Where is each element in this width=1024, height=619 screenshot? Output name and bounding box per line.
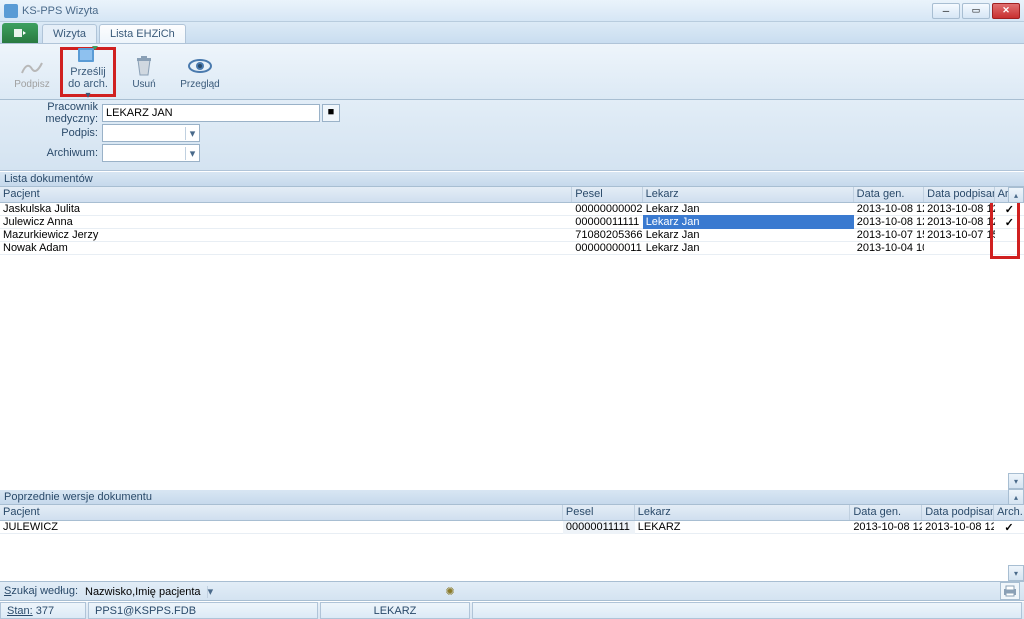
chevron-down-icon: ▾ — [185, 147, 199, 160]
przeglad-button[interactable]: Przegląd — [172, 47, 228, 97]
cell-datagen: 2013-10-04 10:43 — [854, 241, 924, 255]
col-pesel[interactable]: Pesel — [572, 187, 642, 202]
maximize-button[interactable]: ▭ — [962, 3, 990, 19]
archive-send-icon — [75, 42, 101, 66]
table-row[interactable]: Nowak Adam00000000011Lekarz Jan2013-10-0… — [0, 242, 1024, 255]
cell-datagen: 2013-10-08 12:13 — [854, 215, 924, 229]
poprzednie-wersje-header: Poprzednie wersje dokumentu — [0, 489, 1024, 505]
printer-icon — [1003, 585, 1017, 597]
lista-dokumentow-header: Lista dokumentów — [0, 171, 1024, 187]
eye-icon — [187, 53, 213, 79]
minimize-button[interactable]: ─ — [932, 3, 960, 19]
close-button[interactable]: ✕ — [992, 3, 1020, 19]
cell-pacjent: JULEWICZ — [0, 520, 563, 534]
col2-datapod[interactable]: Data podpisania — [922, 505, 994, 520]
tab-row: Wizyta Lista EHZiCh — [0, 22, 1024, 44]
cell-pesel: 00000011111 — [572, 215, 642, 229]
gear-icon[interactable]: ✺ — [442, 583, 458, 599]
podpis-label: Podpis: — [6, 127, 102, 139]
cell-arch — [995, 234, 1024, 236]
col-pacjent[interactable]: Pacjent — [0, 187, 572, 202]
cell-pesel: 00000000011 — [572, 241, 642, 255]
status-db: PPS1@KSPPS.FDB — [88, 602, 318, 619]
archiwum-label: Archiwum: — [6, 147, 102, 159]
cell-lekarz: Lekarz Jan — [643, 241, 854, 255]
scroll-up-button-2[interactable]: ▴ — [1008, 489, 1024, 505]
status-empty — [472, 602, 1022, 619]
tab-lista-ehzich[interactable]: Lista EHZiCh — [99, 24, 186, 43]
col2-arch[interactable]: Arch. — [994, 505, 1024, 520]
status-stan: Stan: 377 — [0, 602, 86, 619]
cell-pesel: 00000011111 — [563, 520, 635, 534]
cell-arch: ✓ — [995, 215, 1024, 230]
cell-pacjent: Mazurkiewicz Jerzy — [0, 228, 572, 242]
cell-arch: ✓ — [994, 520, 1024, 535]
col2-pacjent[interactable]: Pacjent — [0, 505, 563, 520]
titlebar: KS-PPS Wizyta ─ ▭ ✕ — [0, 0, 1024, 22]
search-bar: Szukaj według: Nazwisko,Imię pacjenta ▾ … — [0, 581, 1024, 601]
col-datagen[interactable]: Data gen. — [854, 187, 924, 202]
pracownik-input[interactable] — [102, 104, 320, 122]
cell-lekarz: Lekarz Jan — [643, 228, 854, 242]
chevron-down-icon: ▾ — [207, 586, 214, 598]
cell-arch — [995, 247, 1024, 249]
cell-lekarz: Lekarz Jan — [643, 215, 854, 229]
scroll-down-button-2[interactable]: ▾ — [1008, 565, 1024, 581]
trash-icon — [131, 53, 157, 79]
cell-datagen: 2013-10-08 12:13 — [850, 520, 922, 534]
col2-pesel[interactable]: Pesel — [563, 505, 635, 520]
signature-icon — [19, 53, 45, 79]
grid2-body[interactable]: JULEWICZ00000011111LEKARZ2013-10-08 12:1… — [0, 521, 1024, 581]
print-button[interactable] — [1000, 582, 1020, 600]
cell-datapod: 2013-10-08 12:13 — [924, 215, 994, 229]
podpis-combo[interactable]: ▾ — [102, 124, 200, 142]
usun-button[interactable]: Usuń — [116, 47, 172, 97]
cell-pacjent: Julewicz Anna — [0, 215, 572, 229]
cell-pesel: 71080205366 — [572, 228, 642, 242]
podpisz-button[interactable]: Podpisz — [4, 47, 60, 97]
cell-datapod — [924, 247, 994, 249]
col2-datagen[interactable]: Data gen. — [850, 505, 922, 520]
window-title: KS-PPS Wizyta — [22, 5, 932, 17]
szukaj-label: Szukaj według: — [4, 585, 78, 597]
cell-datapod: 2013-10-08 12:07 — [922, 520, 994, 534]
grid2-header: Pacjent Pesel Lekarz Data gen. Data podp… — [0, 505, 1024, 521]
table-row[interactable]: JULEWICZ00000011111LEKARZ2013-10-08 12:1… — [0, 521, 1024, 534]
przeslij-do-arch-button[interactable]: Prześlij do arch.▾ — [60, 47, 116, 97]
szukaj-wedlug-combo[interactable]: Nazwisko,Imię pacjenta ▾ — [82, 585, 438, 598]
cell-pacjent: Nowak Adam — [0, 241, 572, 255]
col2-lekarz[interactable]: Lekarz — [635, 505, 851, 520]
status-user: LEKARZ — [320, 602, 470, 619]
col-lekarz[interactable]: Lekarz — [643, 187, 854, 202]
filter-form: Pracownik medyczny: ■ Podpis: ▾ Archiwum… — [0, 100, 1024, 171]
grid1-header: Pacjent Pesel Lekarz Data gen. Data podp… — [0, 187, 1024, 203]
col-datapod[interactable]: Data podpisania — [924, 187, 994, 202]
cell-datapod: 2013-10-07 15:39 — [924, 228, 994, 242]
chevron-down-icon: ▾ — [185, 127, 199, 140]
status-bar: Stan: 377 PPS1@KSPPS.FDB LEKARZ — [0, 601, 1024, 619]
scroll-up-button[interactable]: ▴ — [1008, 187, 1024, 203]
tab-wizyta[interactable]: Wizyta — [42, 24, 97, 43]
app-icon — [4, 4, 18, 18]
cell-lekarz: LEKARZ — [635, 520, 851, 534]
app-menu-button[interactable] — [2, 23, 38, 43]
pracownik-label: Pracownik medyczny: — [6, 101, 102, 125]
grid1-body[interactable]: Jaskulska Julita00000000002Lekarz Jan201… — [0, 203, 1024, 489]
scroll-down-button[interactable]: ▾ — [1008, 473, 1024, 489]
archiwum-combo[interactable]: ▾ — [102, 144, 200, 162]
cell-datagen: 2013-10-07 15:39 — [854, 228, 924, 242]
clear-pracownik-button[interactable]: ■ — [322, 104, 340, 122]
ribbon-toolbar: Podpisz Prześlij do arch.▾ Usuń Przegląd — [0, 44, 1024, 100]
